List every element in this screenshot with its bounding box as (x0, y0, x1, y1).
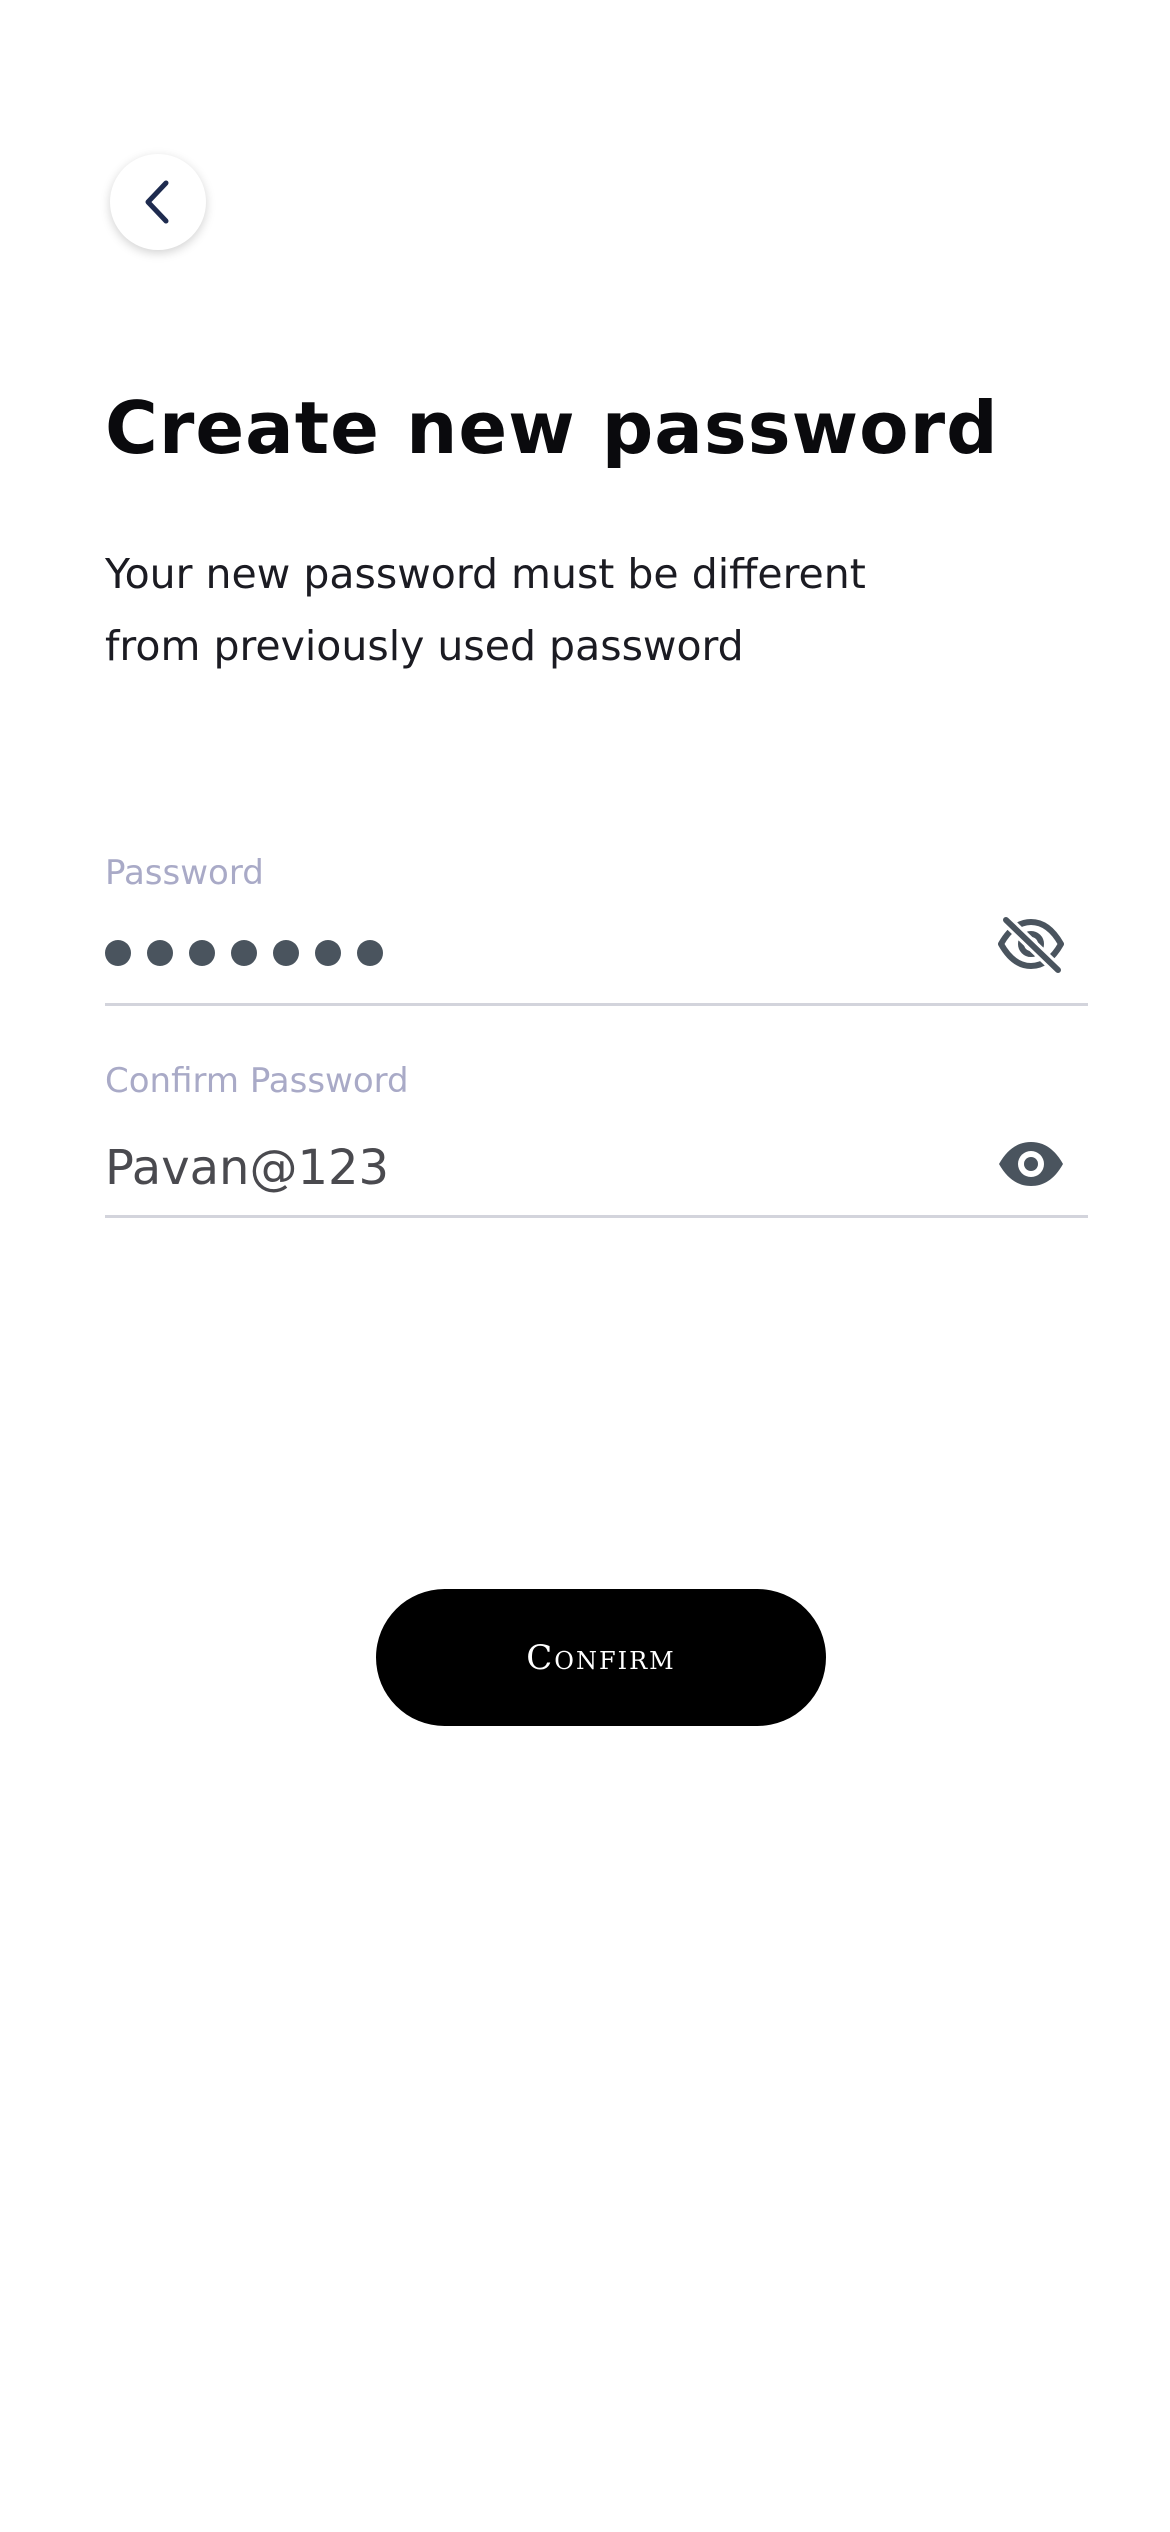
confirm-button[interactable]: Confirm (376, 1589, 826, 1726)
confirm-password-field[interactable]: Confirm Password Pavan@123 (105, 1064, 1088, 1218)
password-field[interactable]: Password (105, 856, 1088, 1006)
password-mask-dot (189, 940, 215, 966)
page-title: Create new password (105, 386, 999, 470)
subtitle-line-2: from previously used password (105, 622, 744, 670)
password-mask-dot (231, 940, 257, 966)
confirm-password-input[interactable]: Pavan@123 (105, 1144, 389, 1192)
subtitle-line-1: Your new password must be different (105, 550, 866, 598)
password-label: Password (105, 853, 264, 893)
confirm-password-label: Confirm Password (105, 1061, 409, 1101)
password-masked-value[interactable] (105, 940, 383, 966)
page-subtitle: Your new password must be different from… (105, 538, 1025, 682)
password-mask-dot (105, 940, 131, 966)
password-mask-dot (315, 940, 341, 966)
password-visibility-toggle[interactable] (996, 914, 1066, 978)
eye-icon (996, 1139, 1066, 1193)
confirm-password-underline (105, 1215, 1088, 1218)
confirm-password-visibility-toggle[interactable] (996, 1136, 1066, 1196)
password-mask-dot (273, 940, 299, 966)
eye-off-icon (996, 914, 1066, 978)
password-mask-dot (147, 940, 173, 966)
back-button[interactable] (110, 154, 206, 250)
password-underline (105, 1003, 1088, 1006)
chevron-left-icon (138, 177, 178, 227)
password-mask-dot (357, 940, 383, 966)
